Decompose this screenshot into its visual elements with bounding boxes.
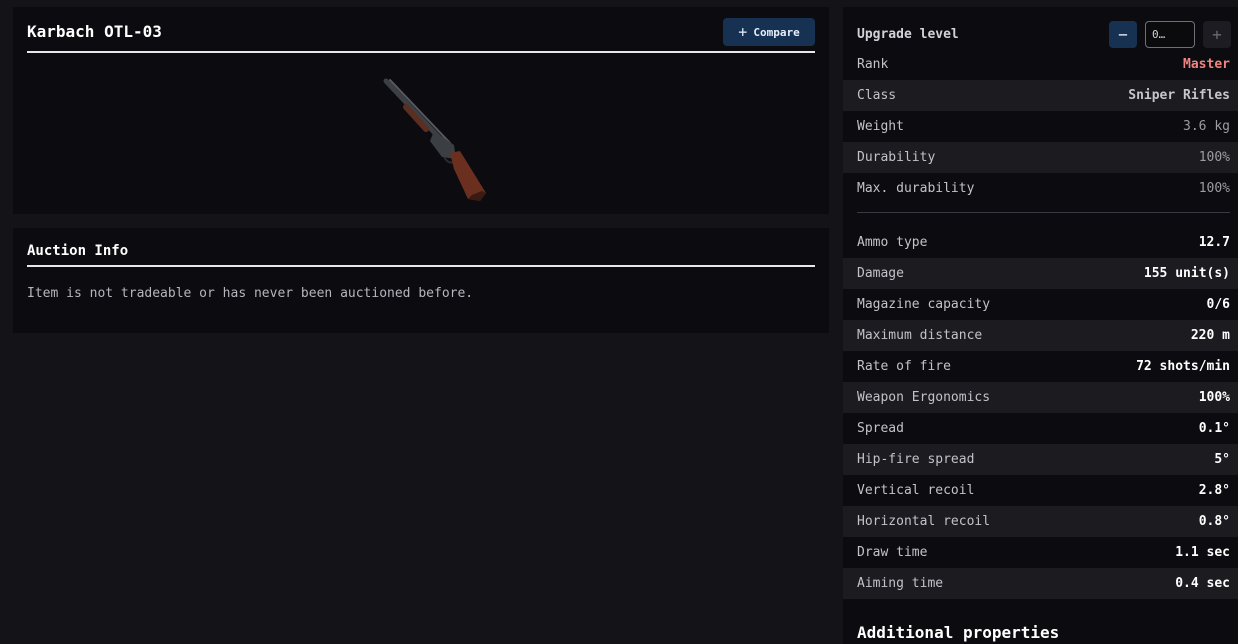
stat-value: 0.1°: [1198, 421, 1230, 436]
stat-row-magazine-capacity: Magazine capacity 0/6: [843, 289, 1238, 320]
stat-value: 5°: [1214, 452, 1230, 467]
auction-title: Auction Info: [27, 243, 129, 259]
stat-row-maximum-distance: Maximum distance 220 m: [843, 320, 1238, 351]
stat-name: Vertical recoil: [857, 483, 975, 498]
plus-icon: +: [738, 22, 748, 41]
increase-level-button[interactable]: +: [1203, 21, 1231, 48]
compare-button[interactable]: + Compare: [723, 18, 815, 46]
stat-name: Rate of fire: [857, 359, 951, 374]
stat-name: Ammo type: [857, 235, 928, 250]
stat-row-rate-of-fire: Rate of fire 72 shots/min: [843, 351, 1238, 382]
stat-value: 12.7: [1198, 235, 1230, 250]
stat-name: Weight: [857, 119, 904, 134]
stat-row-ammo-type: Ammo type 12.7: [843, 227, 1238, 258]
additional-properties-title: Additional properties: [857, 623, 1060, 642]
stat-value: Sniper Rifles: [1128, 88, 1230, 103]
stat-value: 100%: [1198, 150, 1230, 165]
stat-row-class: Class Sniper Rifles: [843, 80, 1238, 111]
weapon-stats-list: Ammo type 12.7 Damage 155 unit(s) Magazi…: [843, 227, 1238, 599]
stat-row-vertical-recoil: Vertical recoil 2.8°: [843, 475, 1238, 506]
upgrade-level-row: Upgrade level − 0… +: [843, 19, 1238, 51]
stat-name: Draw time: [857, 545, 928, 560]
stats-panel: Upgrade level − 0… + Rank Master Class S…: [843, 7, 1238, 644]
decrease-level-button[interactable]: −: [1109, 21, 1137, 48]
stat-name: Horizontal recoil: [857, 514, 991, 529]
stat-row-max-durability: Max. durability 100%: [843, 173, 1238, 204]
stat-name: Durability: [857, 150, 936, 165]
stat-value: 100%: [1198, 181, 1230, 196]
stat-value: 0.4 sec: [1175, 576, 1230, 591]
stat-row-weight: Weight 3.6 kg: [843, 111, 1238, 142]
stat-name: Class: [857, 88, 897, 103]
auction-message: Item is not tradeable or has never been …: [27, 286, 474, 301]
stat-value: 2.8°: [1198, 483, 1230, 498]
stat-row-durability: Durability 100%: [843, 142, 1238, 173]
stat-row-hip-fire-spread: Hip-fire spread 5°: [843, 444, 1238, 475]
stat-row-rank: Rank Master: [843, 49, 1238, 80]
stat-name: Rank: [857, 57, 889, 72]
stat-value: Master: [1183, 57, 1230, 72]
stat-row-damage: Damage 155 unit(s): [843, 258, 1238, 289]
auction-divider: [27, 265, 815, 267]
stat-value: 0/6: [1206, 297, 1230, 312]
stat-name: Maximum distance: [857, 328, 983, 343]
upgrade-level-label: Upgrade level: [857, 27, 959, 42]
weapon-image: [383, 78, 486, 201]
stat-value: 72 shots/min: [1136, 359, 1230, 374]
stat-value: 100%: [1198, 390, 1230, 405]
stat-value: 155 unit(s): [1143, 266, 1230, 281]
title-divider: [27, 51, 815, 53]
stat-name: Spread: [857, 421, 904, 436]
stat-value: 220 m: [1190, 328, 1230, 343]
minus-icon: −: [1118, 25, 1128, 44]
plus-icon: +: [1212, 25, 1222, 44]
item-title: Karbach OTL-03: [27, 22, 162, 41]
stat-row-draw-time: Draw time 1.1 sec: [843, 537, 1238, 568]
item-card: Karbach OTL-03 + Compare: [13, 7, 829, 214]
stat-value: 0.8°: [1198, 514, 1230, 529]
stat-name: Aiming time: [857, 576, 944, 591]
stat-name: Magazine capacity: [857, 297, 991, 312]
basic-stats-list: Rank Master Class Sniper Rifles Weight 3…: [843, 49, 1238, 204]
stat-value: 3.6 kg: [1183, 119, 1230, 134]
stat-name: Damage: [857, 266, 904, 281]
stat-name: Hip-fire spread: [857, 452, 975, 467]
stat-row-horizontal-recoil: Horizontal recoil 0.8°: [843, 506, 1238, 537]
stat-row-spread: Spread 0.1°: [843, 413, 1238, 444]
stat-name: Weapon Ergonomics: [857, 390, 991, 405]
stat-value: 1.1 sec: [1175, 545, 1230, 560]
stat-row-aiming-time: Aiming time 0.4 sec: [843, 568, 1238, 599]
stats-divider: [857, 212, 1230, 213]
stat-row-weapon-ergonomics: Weapon Ergonomics 100%: [843, 382, 1238, 413]
auction-card: Auction Info Item is not tradeable or ha…: [13, 228, 829, 333]
stat-name: Max. durability: [857, 181, 975, 196]
compare-label: Compare: [753, 25, 800, 39]
upgrade-level-input[interactable]: 0…: [1145, 21, 1195, 48]
